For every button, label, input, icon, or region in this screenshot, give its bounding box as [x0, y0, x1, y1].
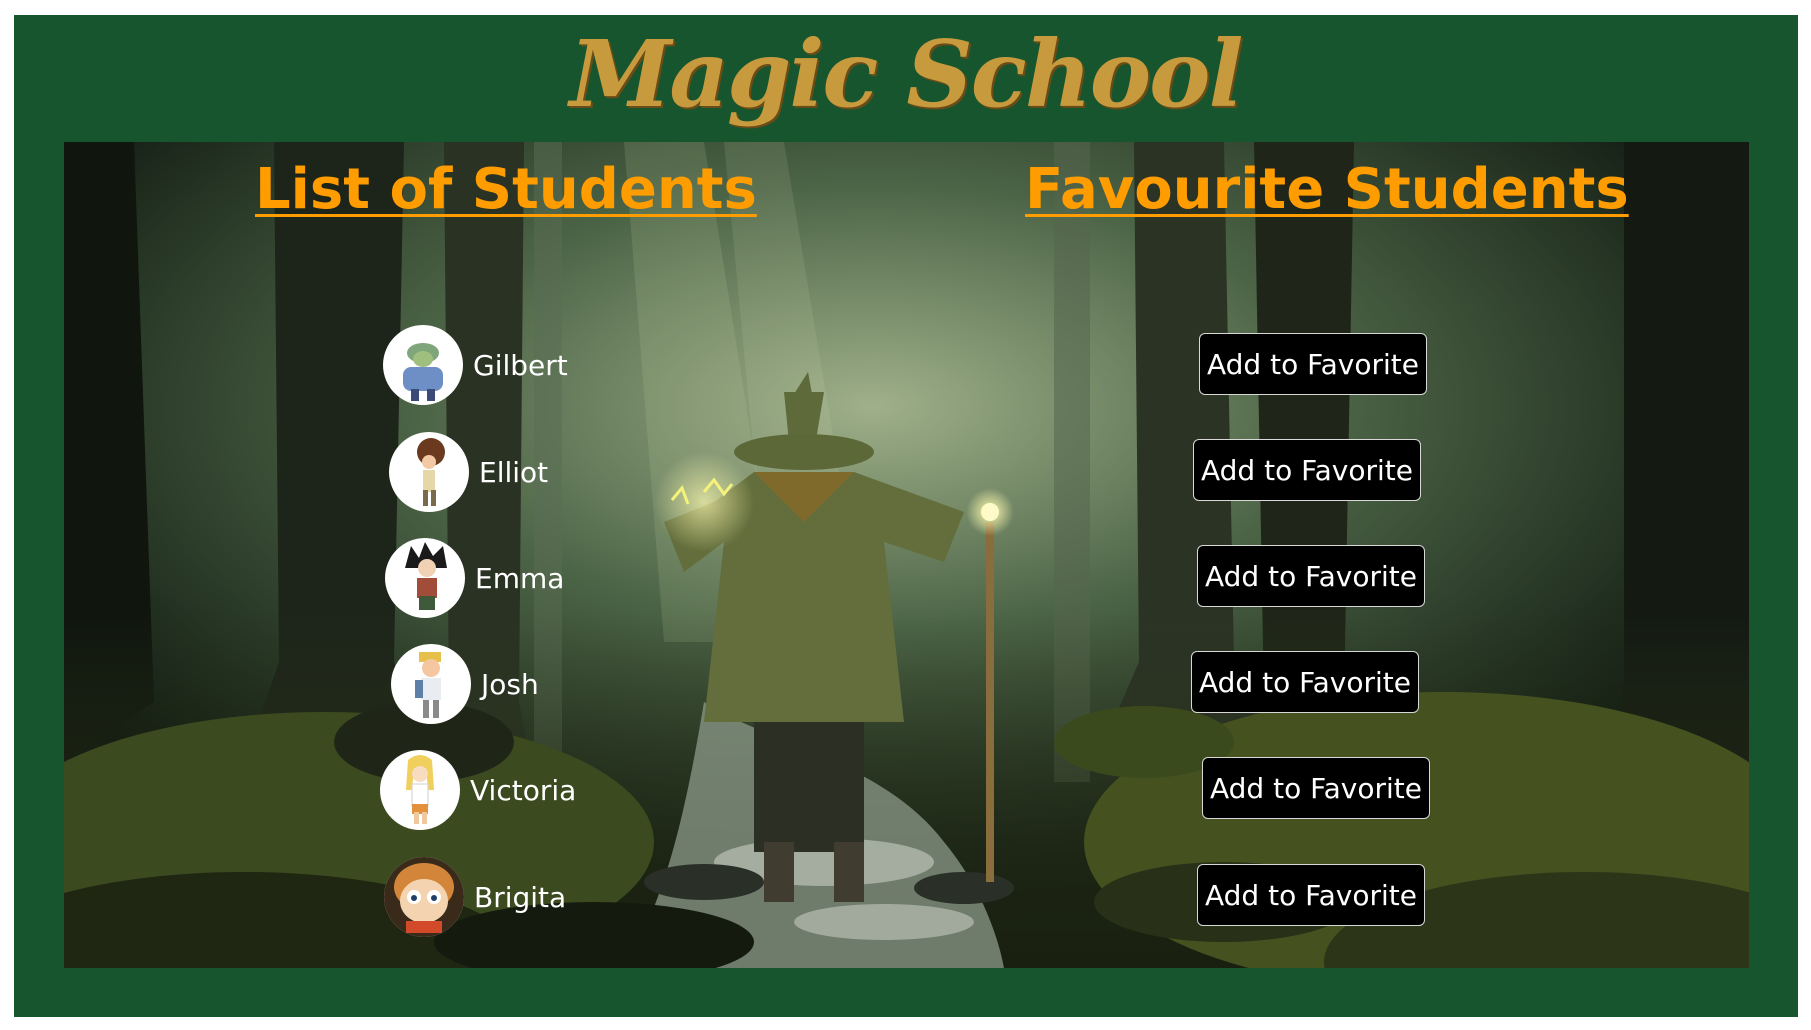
student-name: Brigita — [474, 880, 567, 914]
student-avatar — [389, 432, 469, 512]
add-to-favorite-button[interactable]: Add to Favorite — [1199, 333, 1427, 395]
student-row: Brigita — [384, 856, 566, 938]
site-logo[interactable]: Magic School — [0, 28, 1811, 120]
student-name: Gilbert — [473, 348, 568, 382]
favourites-heading: Favourite Students — [1025, 157, 1629, 222]
student-row: Gilbert — [383, 324, 568, 406]
student-name: Elliot — [479, 455, 549, 489]
student-row: Emma — [385, 537, 564, 619]
student-avatar — [385, 538, 465, 618]
student-name: Josh — [481, 667, 539, 701]
student-name: Victoria — [470, 773, 577, 807]
student-avatar — [380, 750, 460, 830]
add-to-favorite-button[interactable]: Add to Favorite — [1191, 651, 1419, 713]
student-avatar — [391, 644, 471, 724]
add-to-favorite-button[interactable]: Add to Favorite — [1202, 757, 1430, 819]
student-row: Victoria — [380, 749, 576, 831]
student-avatar — [383, 325, 463, 405]
student-row: Josh — [391, 643, 539, 725]
student-row: Elliot — [389, 431, 548, 513]
student-name: Emma — [475, 561, 565, 595]
add-to-favorite-button[interactable]: Add to Favorite — [1197, 545, 1425, 607]
student-avatar — [384, 857, 464, 937]
forest-background-image — [64, 142, 1749, 968]
add-to-favorite-button[interactable]: Add to Favorite — [1197, 864, 1425, 926]
students-heading: List of Students — [255, 157, 757, 222]
add-to-favorite-button[interactable]: Add to Favorite — [1193, 439, 1421, 501]
